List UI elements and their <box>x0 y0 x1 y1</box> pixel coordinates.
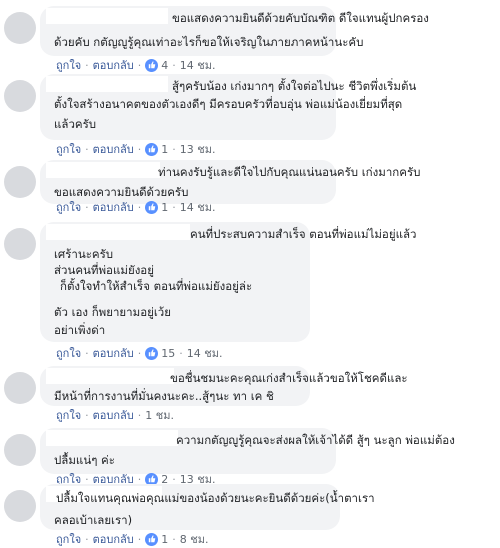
reply-link[interactable]: ตอบกลับ <box>93 406 134 424</box>
redacted-name[interactable] <box>46 224 190 240</box>
timestamp[interactable]: 1 ชม. <box>145 406 174 424</box>
comment-text: ท่านคงรับรู้และดีใจไปกับคุณแน่นอนครับ เก… <box>158 165 421 179</box>
comment-text: ส่วนคนที่พ่อแม่ยังอยู่ <box>54 263 154 277</box>
redacted-name[interactable] <box>46 368 174 384</box>
avatar[interactable] <box>4 372 36 404</box>
like-link[interactable]: ถูกใจ <box>56 406 81 424</box>
comment-text: ขอชื่นชมนะคะคุณเก่งสำเร็จแล้วขอให้โชคดีแ… <box>170 371 408 385</box>
reply-link[interactable]: ตอบกลับ <box>93 198 134 216</box>
comment-text: ความกตัญญูรู้คุณจะส่งผลให้เจ้าได้ดี สู้ๆ… <box>176 433 455 447</box>
like-count[interactable]: 1 <box>161 143 168 156</box>
avatar[interactable] <box>4 490 36 522</box>
avatar[interactable] <box>4 12 36 44</box>
like-link[interactable]: ถูกใจ <box>56 140 81 158</box>
reply-link[interactable]: ตอบกลับ <box>93 344 134 362</box>
like-icon <box>145 346 159 360</box>
redacted-name[interactable] <box>46 76 168 92</box>
timestamp[interactable]: 14 ชม. <box>187 344 223 362</box>
comment-5: ขอชื่นชมนะคะคุณเก่งสำเร็จแล้วขอให้โชคดีแ… <box>0 366 500 422</box>
reply-link[interactable]: ตอบกลับ <box>93 530 134 548</box>
comment-actions: ถูกใจ · ตอบกลับ · 4 · 14 ชม. <box>56 58 215 72</box>
reply-link[interactable]: ตอบกลับ <box>93 56 134 74</box>
comment-text: แล้วครับ <box>54 117 97 131</box>
comment-actions: ถูกใจ · ตอบกลับ · 1 · 13 ชม. <box>56 142 215 156</box>
timestamp[interactable]: 8 ชม. <box>180 530 209 548</box>
comment-text: ด้วยคับ กตัญญูรู้คุณเท่าอะไรก็ขอให้เจริญ… <box>54 35 364 49</box>
like-count[interactable]: 15 <box>161 347 175 360</box>
timestamp[interactable]: 14 ชม. <box>180 198 216 216</box>
timestamp[interactable]: 14 ชม. <box>180 56 216 74</box>
comment-text: ตั้งใจสร้างอนาคตของตัวเองดีๆ มีครอบครัวท… <box>54 97 403 111</box>
comment-bubble: ปลื้มใจแทนคุณพ่อคุณแม่ของน้องด้วยนะคะยิน… <box>40 484 375 530</box>
comment-text: อย่าเพิ่งด่า <box>54 323 106 337</box>
like-link[interactable]: ถูกใจ <box>56 56 81 74</box>
redacted-name[interactable] <box>46 8 168 24</box>
like-link[interactable]: ถูกใจ <box>56 344 81 362</box>
timestamp[interactable]: 13 ชม. <box>180 140 216 158</box>
like-icon <box>145 142 159 156</box>
redacted-name[interactable] <box>46 162 160 178</box>
comment-actions: ถูกใจ · ตอบกลับ · 1 · 14 ชม. <box>56 200 215 214</box>
comment-text: ปลื้มใจแทนคุณพ่อคุณแม่ของน้องด้วยนะคะยิน… <box>56 491 375 505</box>
comment-text: คนที่ประสบความสำเร็จ ตอนที่พ่อแม่ไม่อยู่… <box>190 227 417 241</box>
comment-bubble: สู้ๆครับน้อง เก่งมากๆ ตั้งใจต่อไปนะ ชีวิ… <box>40 74 416 140</box>
like-icon <box>145 200 159 214</box>
comment-text: สู้ๆครับน้อง เก่งมากๆ ตั้งใจต่อไปนะ ชีวิ… <box>172 79 417 93</box>
like-count[interactable]: 4 <box>161 59 168 72</box>
comment-bubble: ความกตัญญูรู้คุณจะส่งผลให้เจ้าได้ดี สู้ๆ… <box>40 428 455 474</box>
like-link[interactable]: ถูกใจ <box>56 198 81 216</box>
like-icon <box>145 58 159 72</box>
comment-7: ปลื้มใจแทนคุณพ่อคุณแม่ของน้องด้วยนะคะยิน… <box>0 484 500 546</box>
comment-actions: ถูกใจ · ตอบกลับ · 15 · 14 ชม. <box>56 346 222 360</box>
comment-text: ขอแสดงความยินดีด้วยคับบัณฑิต ดีใจแทนผู้ป… <box>172 11 429 25</box>
avatar[interactable] <box>4 166 36 198</box>
comment-actions: ถูกใจ · ตอบกลับ · 1 ชม. <box>56 406 174 424</box>
redacted-name[interactable] <box>46 430 178 446</box>
comment-6: ความกตัญญูรู้คุณจะส่งผลให้เจ้าได้ดี สู้ๆ… <box>0 428 500 488</box>
reply-link[interactable]: ตอบกลับ <box>93 140 134 158</box>
comment-4: คนที่ประสบความสำเร็จ ตอนที่พ่อแม่ไม่อยู่… <box>0 222 500 360</box>
comment-bubble: คนที่ประสบความสำเร็จ ตอนที่พ่อแม่ไม่อยู่… <box>40 222 417 342</box>
comment-text: เศร้านะครับ <box>54 247 114 261</box>
like-link[interactable]: ถูกใจ <box>56 530 81 548</box>
comment-2: สู้ๆครับน้อง เก่งมากๆ ตั้งใจต่อไปนะ ชีวิ… <box>0 74 500 158</box>
avatar[interactable] <box>4 80 36 112</box>
like-count[interactable]: 1 <box>161 201 168 214</box>
comment-text: ก็ตั้งใจทำให้สำเร็จ ตอนที่พ่อแม่ยังอยู่ล… <box>60 279 253 293</box>
comment-text: ตัว เอง ก็พยายามอยู่เว้ย <box>54 305 171 319</box>
comment-text: คลอเบ้าเลยเรา) <box>54 513 133 527</box>
comment-bubble: ขอชื่นชมนะคะคุณเก่งสำเร็จแล้วขอให้โชคดีแ… <box>40 366 408 406</box>
comment-text: ปลื้มแน่ๆ ค่ะ <box>54 453 115 467</box>
comment-text: มีหน้าที่การงานที่มั่นคงนะคะ..สู้ๆนะ ทา … <box>54 389 274 403</box>
comment-bubble: ขอแสดงความยินดีด้วยคับบัณฑิต ดีใจแทนผู้ป… <box>40 6 429 56</box>
avatar[interactable] <box>4 228 36 260</box>
comment-1: ขอแสดงความยินดีด้วยคับบัณฑิต ดีใจแทนผู้ป… <box>0 6 500 72</box>
comment-3: ท่านคงรับรู้และดีใจไปกับคุณแน่นอนครับ เก… <box>0 160 500 222</box>
avatar[interactable] <box>4 434 36 466</box>
